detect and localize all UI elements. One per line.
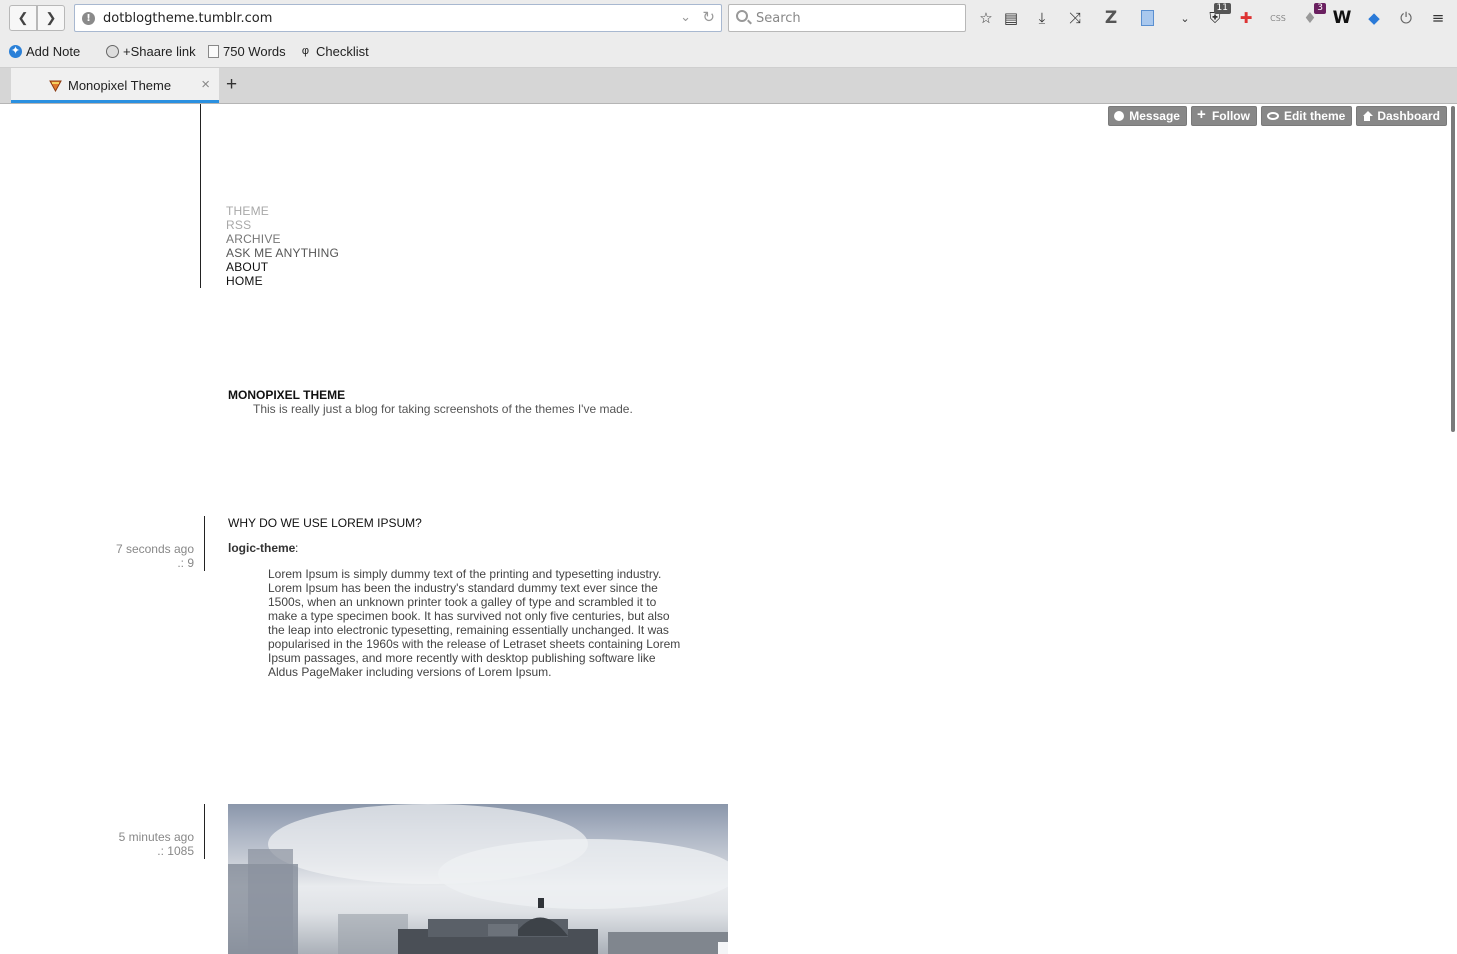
ublock-shield-icon[interactable]: ⛨ 11 (1204, 3, 1231, 29)
nav-link-archive[interactable]: ARCHIVE (226, 232, 339, 246)
nav-link-ask[interactable]: ASK ME ANYTHING (226, 246, 339, 260)
w-logo-icon[interactable]: W (1331, 7, 1353, 29)
favicon-icon (49, 80, 62, 92)
bookmark-add-note[interactable]: ✦ Add Note (9, 44, 80, 59)
nav-link-about[interactable]: ABOUT (226, 260, 339, 274)
forward-button[interactable]: ❯ (37, 5, 65, 31)
reading-list-icon[interactable]: ▤ (1000, 7, 1022, 29)
post-photo[interactable] (228, 804, 728, 954)
blog-title[interactable]: MONOPIXEL THEME (228, 388, 345, 402)
home-icon (1362, 111, 1374, 121)
blog-description: This is really just a blog for taking sc… (253, 402, 633, 416)
post-divider (204, 804, 205, 859)
edit-theme-button[interactable]: Edit theme (1260, 106, 1353, 126)
page-scrollbar[interactable] (1450, 104, 1457, 954)
message-button[interactable]: Message (1108, 106, 1187, 126)
edit-theme-label: Edit theme (1283, 109, 1346, 123)
bookmarks-bar: ✦ Add Note +Shaare link 750 Words φ Chec… (0, 36, 1457, 68)
back-button[interactable]: ❮ (9, 5, 37, 31)
checklist-icon: φ (301, 45, 310, 57)
bookmark-star-icon[interactable]: ☆ (975, 7, 997, 29)
arrow-right-icon: ❯ (45, 10, 57, 25)
search-placeholder: Search (756, 11, 801, 26)
notification-badge: 3 (1314, 3, 1326, 14)
eye-icon (1266, 112, 1279, 120)
nav-link-home[interactable]: HOME (226, 274, 339, 288)
dropbox-icon[interactable]: ◆ (1363, 7, 1385, 29)
post-timestamp[interactable]: 7 seconds ago (116, 542, 194, 556)
tab-title: Monopixel Theme (68, 78, 172, 93)
reload-icon[interactable]: ↻ (702, 8, 715, 26)
zotero-icon[interactable]: Z (1100, 7, 1122, 29)
share-icon[interactable]: ⤨ (1064, 7, 1086, 29)
post-quote-body: Lorem Ipsum is simply dummy text of the … (268, 567, 681, 679)
follow-label: Follow (1211, 109, 1250, 123)
bookmark-shaare-link[interactable]: +Shaare link (106, 44, 196, 59)
document-icon[interactable] (1136, 7, 1158, 29)
medical-cross-icon[interactable]: ✚ (1235, 7, 1257, 29)
post-title: WHY DO WE USE LOREM IPSUM? (228, 516, 422, 530)
bookmark-label: Checklist (316, 44, 369, 59)
post-author-link[interactable]: logic-theme (228, 541, 295, 555)
tab-monopixel-theme[interactable]: Monopixel Theme × (11, 68, 219, 103)
message-label: Message (1129, 109, 1180, 123)
new-tab-button[interactable]: + (226, 74, 237, 96)
author-colon: : (295, 541, 299, 555)
browser-toolbar: ❮ ❯ ! dotblogtheme.tumblr.com ⌄ ↻ Search… (0, 0, 1457, 36)
url-dropdown-icon[interactable]: ⌄ (680, 9, 691, 25)
bell-icon[interactable]: ♦ 3 (1299, 3, 1326, 29)
cityscape-photo-image (228, 804, 728, 954)
url-bar[interactable]: ! dotblogtheme.tumblr.com ⌄ ↻ (74, 4, 722, 32)
post-notes-count[interactable]: .: 1085 (119, 844, 194, 858)
bookmark-label: +Shaare link (123, 44, 196, 59)
bookmark-checklist[interactable]: φ Checklist (299, 44, 369, 59)
ublock-badge: 11 (1213, 3, 1231, 14)
post-meta: 5 minutes ago .: 1085 (119, 830, 194, 858)
overflow-chevron-icon[interactable]: ⌄ (1174, 7, 1196, 29)
nav-link-rss[interactable]: RSS (226, 218, 339, 232)
blog-navigation: THEME RSS ARCHIVE ASK ME ANYTHING ABOUT … (226, 204, 339, 288)
nav-link-theme[interactable]: THEME (226, 204, 339, 218)
close-tab-icon[interactable]: × (201, 76, 210, 93)
smiley-icon (1114, 111, 1125, 121)
sidebar-divider (200, 104, 201, 288)
tab-strip: Monopixel Theme × + (0, 68, 1457, 104)
bookmark-750-words[interactable]: 750 Words (208, 44, 286, 59)
power-icon[interactable]: ⏻ (1395, 7, 1417, 29)
post-meta: 7 seconds ago .: 9 (116, 542, 194, 570)
site-info-icon[interactable]: ! (82, 12, 95, 25)
follow-button[interactable]: Follow (1190, 106, 1257, 126)
url-text[interactable]: dotblogtheme.tumblr.com (103, 11, 272, 26)
dashboard-button[interactable]: Dashboard (1356, 106, 1447, 126)
globe-icon (106, 45, 119, 58)
post-notes-count[interactable]: .: 9 (116, 556, 194, 570)
add-note-icon: ✦ (9, 45, 22, 58)
page-icon (208, 45, 219, 58)
scrollbar-thumb[interactable] (1451, 106, 1455, 432)
hamburger-menu-icon[interactable]: ≡ (1427, 7, 1449, 29)
post-divider (204, 516, 205, 571)
tumblr-controls: Message Follow Edit theme Dashboard (1108, 106, 1447, 126)
search-icon (736, 10, 748, 22)
downloads-icon[interactable]: ⤓ (1031, 7, 1053, 29)
arrow-left-icon: ❮ (17, 10, 29, 25)
bookmark-label: Add Note (26, 44, 81, 59)
post-timestamp[interactable]: 5 minutes ago (119, 830, 194, 844)
page-content: Message Follow Edit theme Dashboard THEM… (0, 104, 1450, 954)
search-input[interactable]: Search (728, 4, 966, 32)
css-icon[interactable]: CSS (1267, 7, 1289, 29)
plus-icon (1197, 106, 1207, 124)
bookmark-label: 750 Words (223, 44, 286, 59)
dashboard-label: Dashboard (1377, 109, 1440, 123)
